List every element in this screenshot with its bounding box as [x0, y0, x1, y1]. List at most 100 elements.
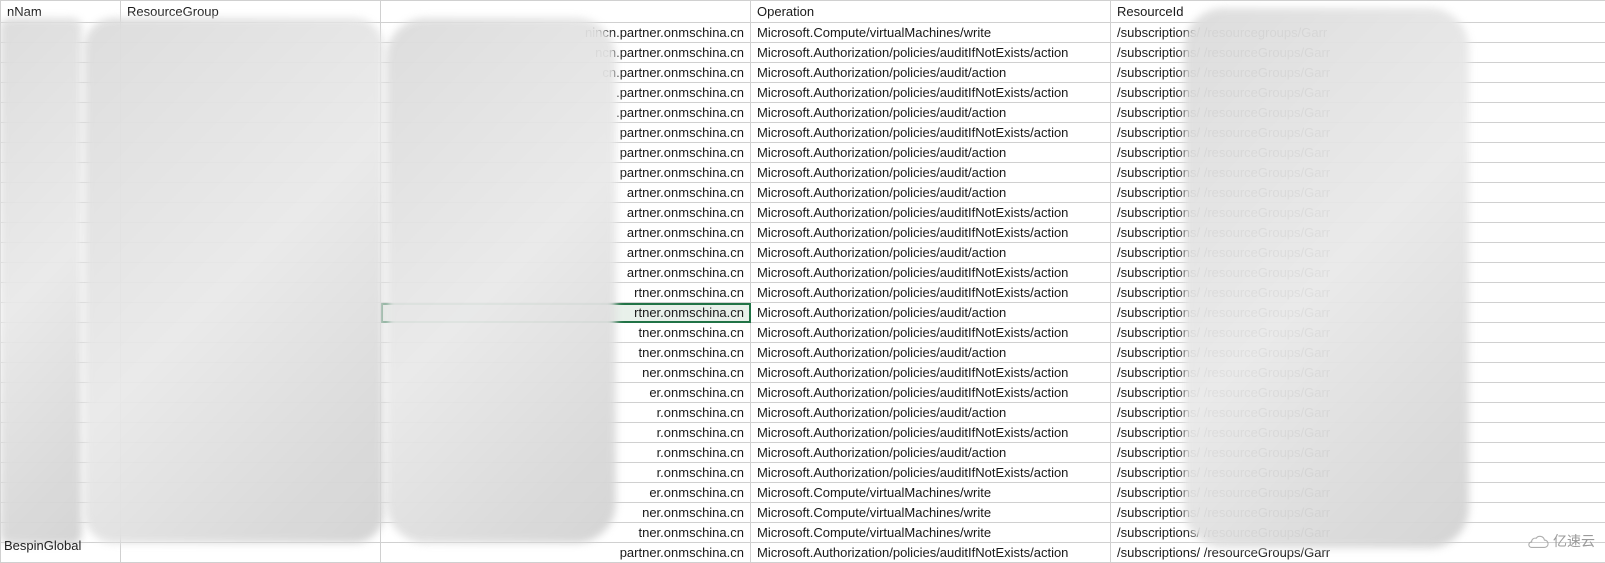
- cell-caller[interactable]: ner.onmschina.cn: [381, 363, 751, 383]
- cell-caller[interactable]: tner.onmschina.cn: [381, 343, 751, 363]
- cell-resourceid[interactable]: /subscriptions/ /resourceGroups/Garr: [1111, 323, 1605, 343]
- cell-operation[interactable]: Microsoft.Authorization/policies/auditIf…: [751, 383, 1111, 403]
- cell-caller[interactable]: rtner.onmschina.cn: [381, 303, 751, 323]
- table-row[interactable]: tner.onmschina.cnMicrosoft.Authorization…: [1, 323, 1605, 343]
- cell-operation[interactable]: Microsoft.Authorization/policies/audit/a…: [751, 303, 1111, 323]
- cell-caller[interactable]: er.onmschina.cn: [381, 383, 751, 403]
- cell-caller[interactable]: artner.onmschina.cn: [381, 203, 751, 223]
- cell-operation[interactable]: Microsoft.Authorization/policies/auditIf…: [751, 543, 1111, 563]
- cell-resourcegroup[interactable]: [121, 543, 381, 563]
- cell-caller[interactable]: tner.onmschina.cn: [381, 523, 751, 543]
- cell-resourceid[interactable]: /subscriptions/ /resourceGroups/Garr: [1111, 303, 1605, 323]
- cell-name[interactable]: [1, 323, 121, 343]
- cell-resourcegroup[interactable]: [121, 103, 381, 123]
- cell-resourceid[interactable]: /subscriptions/ /resourceGroups/Garr: [1111, 403, 1605, 423]
- table-row[interactable]: partner.onmschina.cnMicrosoft.Authorizat…: [1, 123, 1605, 143]
- cell-name[interactable]: [1, 403, 121, 423]
- cell-operation[interactable]: Microsoft.Authorization/policies/auditIf…: [751, 283, 1111, 303]
- cell-caller[interactable]: artner.onmschina.cn: [381, 243, 751, 263]
- cell-caller[interactable]: ncn.partner.onmschina.cn: [381, 43, 751, 63]
- cell-name[interactable]: [1, 303, 121, 323]
- cell-operation[interactable]: Microsoft.Authorization/policies/auditIf…: [751, 43, 1111, 63]
- cell-resourceid[interactable]: /subscriptions/ /resourceGroups/Garr: [1111, 123, 1605, 143]
- cell-resourceid[interactable]: /subscriptions/ /resourcegroups/Garr: [1111, 23, 1605, 43]
- cell-caller[interactable]: artner.onmschina.cn: [381, 263, 751, 283]
- cell-name[interactable]: [1, 203, 121, 223]
- cell-name[interactable]: [1, 243, 121, 263]
- cell-name[interactable]: [1, 63, 121, 83]
- cell-caller[interactable]: r.onmschina.cn: [381, 463, 751, 483]
- table-row[interactable]: .partner.onmschina.cnMicrosoft.Authoriza…: [1, 103, 1605, 123]
- cell-operation[interactable]: Microsoft.Authorization/policies/audit/a…: [751, 443, 1111, 463]
- cell-resourceid[interactable]: /subscriptions/ /resourceGroups/Garr: [1111, 243, 1605, 263]
- cell-operation[interactable]: Microsoft.Authorization/policies/audit/a…: [751, 183, 1111, 203]
- cell-resourcegroup[interactable]: [121, 143, 381, 163]
- cell-operation[interactable]: Microsoft.Authorization/policies/auditIf…: [751, 203, 1111, 223]
- table-row[interactable]: r.onmschina.cnMicrosoft.Authorization/po…: [1, 403, 1605, 423]
- cell-resourceid[interactable]: /subscriptions/ /resourceGroups/Garr: [1111, 143, 1605, 163]
- cell-operation[interactable]: Microsoft.Authorization/policies/auditIf…: [751, 223, 1111, 243]
- cell-resourceid[interactable]: /subscriptions/ /resourceGroups/Garr: [1111, 63, 1605, 83]
- cell-resourceid[interactable]: /subscriptions/ /resourceGroups/Garr: [1111, 203, 1605, 223]
- cell-name[interactable]: [1, 23, 121, 43]
- table-row[interactable]: artner.onmschina.cnMicrosoft.Authorizati…: [1, 203, 1605, 223]
- cell-operation[interactable]: Microsoft.Authorization/policies/auditIf…: [751, 423, 1111, 443]
- cell-resourcegroup[interactable]: [121, 383, 381, 403]
- cell-resourceid[interactable]: /subscriptions/ /resourceGroups/Garr: [1111, 423, 1605, 443]
- table-row[interactable]: artner.onmschina.cnMicrosoft.Authorizati…: [1, 243, 1605, 263]
- cell-resourceid[interactable]: /subscriptions/ /resourceGroups/Garr: [1111, 43, 1605, 63]
- table-row[interactable]: ner.onmschina.cnMicrosoft.Compute/virtua…: [1, 503, 1605, 523]
- cell-caller[interactable]: tner.onmschina.cn: [381, 323, 751, 343]
- cell-resourceid[interactable]: /subscriptions/ /resourceGroups/Garr: [1111, 183, 1605, 203]
- cell-resourceid[interactable]: /subscriptions/ /resourceGroups/Garr: [1111, 83, 1605, 103]
- cell-operation[interactable]: Microsoft.Compute/virtualMachines/write: [751, 23, 1111, 43]
- cell-resourcegroup[interactable]: [121, 303, 381, 323]
- cell-operation[interactable]: Microsoft.Authorization/policies/audit/a…: [751, 143, 1111, 163]
- cell-resourceid[interactable]: /subscriptions/ /resourceGroups/Garr: [1111, 103, 1605, 123]
- cell-resourcegroup[interactable]: [121, 123, 381, 143]
- cell-resourceid[interactable]: /subscriptions/ /resourceGroups/Garr: [1111, 363, 1605, 383]
- cell-caller[interactable]: .partner.onmschina.cn: [381, 103, 751, 123]
- cell-caller[interactable]: cn.partner.onmschina.cn: [381, 63, 751, 83]
- cell-operation[interactable]: Microsoft.Authorization/policies/auditIf…: [751, 363, 1111, 383]
- table-row[interactable]: r.onmschina.cnMicrosoft.Authorization/po…: [1, 443, 1605, 463]
- cell-caller[interactable]: artner.onmschina.cn: [381, 183, 751, 203]
- cell-resourcegroup[interactable]: [121, 403, 381, 423]
- cell-name[interactable]: [1, 83, 121, 103]
- cell-name[interactable]: [1, 103, 121, 123]
- cell-name[interactable]: [1, 383, 121, 403]
- table-row[interactable]: ner.onmschina.cnMicrosoft.Authorization/…: [1, 363, 1605, 383]
- table-row[interactable]: partner.onmschina.cnMicrosoft.Authorizat…: [1, 163, 1605, 183]
- cell-resourcegroup[interactable]: [121, 263, 381, 283]
- cell-operation[interactable]: Microsoft.Authorization/policies/audit/a…: [751, 103, 1111, 123]
- cell-name[interactable]: [1, 183, 121, 203]
- cell-caller[interactable]: nincn.partner.onmschina.cn: [381, 23, 751, 43]
- cell-operation[interactable]: Microsoft.Authorization/policies/audit/a…: [751, 343, 1111, 363]
- cell-resourcegroup[interactable]: [121, 323, 381, 343]
- cell-operation[interactable]: Microsoft.Authorization/policies/audit/a…: [751, 243, 1111, 263]
- cell-resourcegroup[interactable]: [121, 83, 381, 103]
- column-header-caller[interactable]: [381, 1, 751, 23]
- table-row[interactable]: er.onmschina.cnMicrosoft.Authorization/p…: [1, 383, 1605, 403]
- table-row[interactable]: partner.onmschina.cnMicrosoft.Authorizat…: [1, 543, 1605, 563]
- column-header-resourcegroup[interactable]: ResourceGroup: [121, 1, 381, 23]
- table-row[interactable]: artner.onmschina.cnMicrosoft.Authorizati…: [1, 223, 1605, 243]
- cell-caller[interactable]: er.onmschina.cn: [381, 483, 751, 503]
- cell-operation[interactable]: Microsoft.Authorization/policies/auditIf…: [751, 123, 1111, 143]
- cell-operation[interactable]: Microsoft.Compute/virtualMachines/write: [751, 523, 1111, 543]
- table-row[interactable]: .partner.onmschina.cnMicrosoft.Authoriza…: [1, 83, 1605, 103]
- cell-name[interactable]: [1, 443, 121, 463]
- cell-resourcegroup[interactable]: [121, 183, 381, 203]
- table-row[interactable]: r.onmschina.cnMicrosoft.Authorization/po…: [1, 423, 1605, 443]
- cell-name[interactable]: [1, 123, 121, 143]
- cell-resourceid[interactable]: /subscriptions/ /resourceGroups/Garr: [1111, 163, 1605, 183]
- column-header-operation[interactable]: Operation: [751, 1, 1111, 23]
- table-row[interactable]: rtner.onmschina.cnMicrosoft.Authorizatio…: [1, 303, 1605, 323]
- cell-resourcegroup[interactable]: [121, 223, 381, 243]
- cell-name[interactable]: [1, 343, 121, 363]
- cell-name[interactable]: [1, 223, 121, 243]
- cell-name[interactable]: [1, 283, 121, 303]
- cell-operation[interactable]: Microsoft.Authorization/policies/audit/a…: [751, 403, 1111, 423]
- cell-caller[interactable]: .partner.onmschina.cn: [381, 83, 751, 103]
- cell-resourcegroup[interactable]: [121, 423, 381, 443]
